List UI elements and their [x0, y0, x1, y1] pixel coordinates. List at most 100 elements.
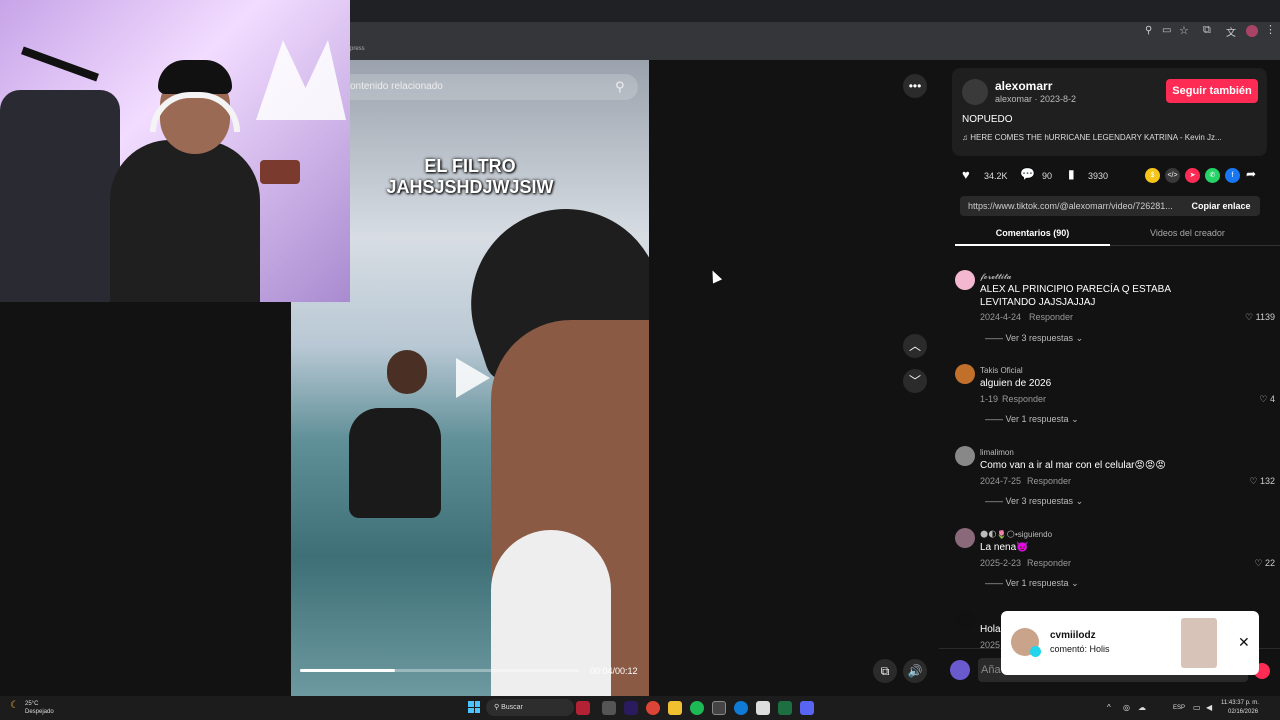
send-share-icon[interactable]: ➤	[1185, 168, 1200, 183]
excel-icon[interactable]	[778, 701, 792, 715]
spotify-icon[interactable]	[690, 701, 704, 715]
chrome-icon[interactable]	[646, 701, 660, 715]
commenter-avatar[interactable]	[955, 364, 975, 384]
comment-like[interactable]: ♡ 22	[1240, 558, 1275, 569]
comment-like[interactable]: ♡ 1139	[1240, 312, 1275, 323]
comment-text: Hola	[980, 624, 1001, 635]
floating-player-icon[interactable]: ⧉	[873, 659, 897, 683]
related-search-input[interactable]: ontenido relacionado ⚲	[340, 74, 638, 100]
toast-thumbnail	[1181, 618, 1217, 668]
more-options-icon[interactable]: •••	[903, 74, 927, 98]
comments-count: 90	[1042, 171, 1053, 181]
view-replies[interactable]: —— Ver 1 respuesta ⌄	[985, 578, 1079, 589]
likes-count: 34.2K	[984, 171, 1008, 181]
toast-user: cvmiilodz	[1050, 630, 1096, 641]
heart-outline-icon: ♡	[1249, 476, 1258, 486]
view-replies[interactable]: —— Ver 1 respuesta ⌄	[985, 414, 1079, 425]
chevron-down-icon[interactable]: ﹀	[903, 369, 927, 393]
task-view-icon[interactable]	[602, 701, 616, 715]
reply-button[interactable]: Responder	[1002, 394, 1046, 404]
volume-icon[interactable]: 🔊	[903, 659, 927, 683]
tray-chevron-icon[interactable]: ^	[1107, 703, 1111, 712]
store-icon[interactable]	[756, 701, 770, 715]
premiere-icon[interactable]	[624, 701, 638, 715]
coin-share-icon[interactable]: $	[1145, 168, 1160, 183]
bookmarks-bar: press	[350, 40, 1280, 60]
taskbar-search[interactable]: ⚲ Buscar	[486, 699, 574, 716]
copy-link-button[interactable]: Copiar enlace	[1182, 196, 1260, 216]
view-replies-label: Ver 3 respuestas	[1005, 496, 1074, 506]
overlay-line-2: JAHSJSHDJWJSIW	[386, 177, 554, 197]
facebook-icon[interactable]: f	[1225, 168, 1240, 183]
commenter-name[interactable]: 🌑🌓🌷🌕•siguiendo	[980, 530, 1052, 539]
bookmark-icon[interactable]: ▮	[1068, 167, 1075, 181]
comment-date: 2024-7-25	[980, 476, 1022, 486]
comment-like[interactable]: ♡ 132	[1240, 476, 1275, 487]
speaker-icon[interactable]: ◀	[1206, 703, 1212, 712]
bookmark-item[interactable]: press	[350, 46, 365, 52]
view-replies[interactable]: —— Ver 3 respuestas ⌄	[985, 496, 1083, 507]
weather-desc: Despejado	[25, 709, 54, 715]
view-replies[interactable]: —— Ver 3 respuestas ⌄	[985, 333, 1083, 344]
commenter-avatar[interactable]	[955, 528, 975, 548]
file-explorer-icon[interactable]	[668, 701, 682, 715]
commenter-avatar[interactable]	[955, 270, 975, 290]
weather-temp: 25°C	[25, 701, 39, 707]
language-indicator[interactable]: ESP	[1173, 705, 1185, 711]
toast-message: comentó: Holis	[1050, 644, 1110, 654]
extensions-icon[interactable]: ⧉	[1203, 24, 1211, 37]
webcam-overlay	[0, 0, 350, 302]
menu-kebab-icon[interactable]: ⋮	[1265, 23, 1276, 36]
commenter-name[interactable]: Takis Oficial	[980, 366, 1023, 375]
chevron-up-icon[interactable]: ︿	[903, 334, 927, 358]
heart-icon[interactable]: ♥	[962, 167, 970, 182]
whatsapp-icon[interactable]: ✆	[1205, 168, 1220, 183]
comment-text: La nena👿	[980, 542, 1029, 553]
clock-time[interactable]: 11:43:37 p. m.	[1221, 700, 1259, 706]
tab-creator-videos[interactable]: Videos del creador	[1110, 228, 1265, 238]
commenter-name[interactable]: 𝓯𝓸𝓻𝓮𝓽𝓽𝓲𝓽𝓪	[980, 272, 1012, 282]
notification-toast[interactable]: cvmiilodz comentó: Holis ✕	[1001, 611, 1259, 675]
author-name[interactable]: alexomarr	[995, 79, 1052, 93]
comment-like[interactable]: ♡ 4	[1240, 394, 1275, 405]
discord-icon[interactable]	[800, 701, 814, 715]
embed-icon[interactable]: </>	[1165, 168, 1180, 183]
comment-icon[interactable]: 💬	[1020, 167, 1035, 181]
author-avatar[interactable]	[962, 79, 988, 105]
close-icon[interactable]: ✕	[1238, 634, 1250, 651]
follow-button[interactable]: Seguir también	[1166, 79, 1258, 103]
browser-toolbar: ⚲ ▭ ☆ ⧉ 文 ⋮	[350, 22, 1280, 40]
chrome-active-icon[interactable]	[712, 701, 726, 715]
progress-bar[interactable]	[300, 669, 579, 672]
play-icon[interactable]	[456, 358, 490, 398]
music-row[interactable]: ♫ HERE COMES THE hURRICANE LEGENDARY KAT…	[962, 133, 1262, 142]
share-url-text: https://www.tiktok.com/@alexomarr/video/…	[968, 201, 1173, 211]
tray-app-icon[interactable]: ◎	[1123, 703, 1130, 712]
clock-date[interactable]: 02/16/2026	[1228, 709, 1258, 715]
profile-avatar[interactable]	[1246, 25, 1258, 37]
gaming-chair-shape	[0, 90, 120, 302]
zoom-icon[interactable]: ⚲	[1145, 25, 1152, 36]
replies-line: ——	[985, 333, 1003, 343]
flag-icon[interactable]	[576, 701, 590, 715]
music-title: HERE COMES THE hURRICANE LEGENDARY KATRI…	[970, 133, 1222, 142]
bookmark-star-icon[interactable]: ☆	[1179, 24, 1189, 37]
start-icon[interactable]	[468, 701, 480, 713]
boy-shape	[349, 408, 441, 518]
commenter-avatar[interactable]	[955, 610, 975, 630]
tab-comments[interactable]: Comentarios (90)	[955, 228, 1110, 238]
network-icon[interactable]: ▭	[1193, 703, 1201, 712]
commenter-avatar[interactable]	[955, 446, 975, 466]
translate-icon[interactable]: 文	[1226, 24, 1236, 39]
commenter-name[interactable]: limalimon	[980, 448, 1014, 457]
reply-button[interactable]: Responder	[1027, 558, 1071, 568]
reply-button[interactable]: Responder	[1027, 476, 1071, 486]
onedrive-icon[interactable]: ☁	[1138, 703, 1146, 712]
search-icon[interactable]: ⚲	[615, 79, 625, 95]
reply-button[interactable]: Responder	[1029, 312, 1073, 322]
weather-icon[interactable]: ☾	[10, 700, 19, 711]
share-arrow-icon[interactable]: ➦	[1246, 167, 1256, 181]
cast-icon[interactable]: ▭	[1162, 25, 1171, 36]
streamer-hair-shape	[158, 60, 232, 94]
edge-icon[interactable]	[734, 701, 748, 715]
